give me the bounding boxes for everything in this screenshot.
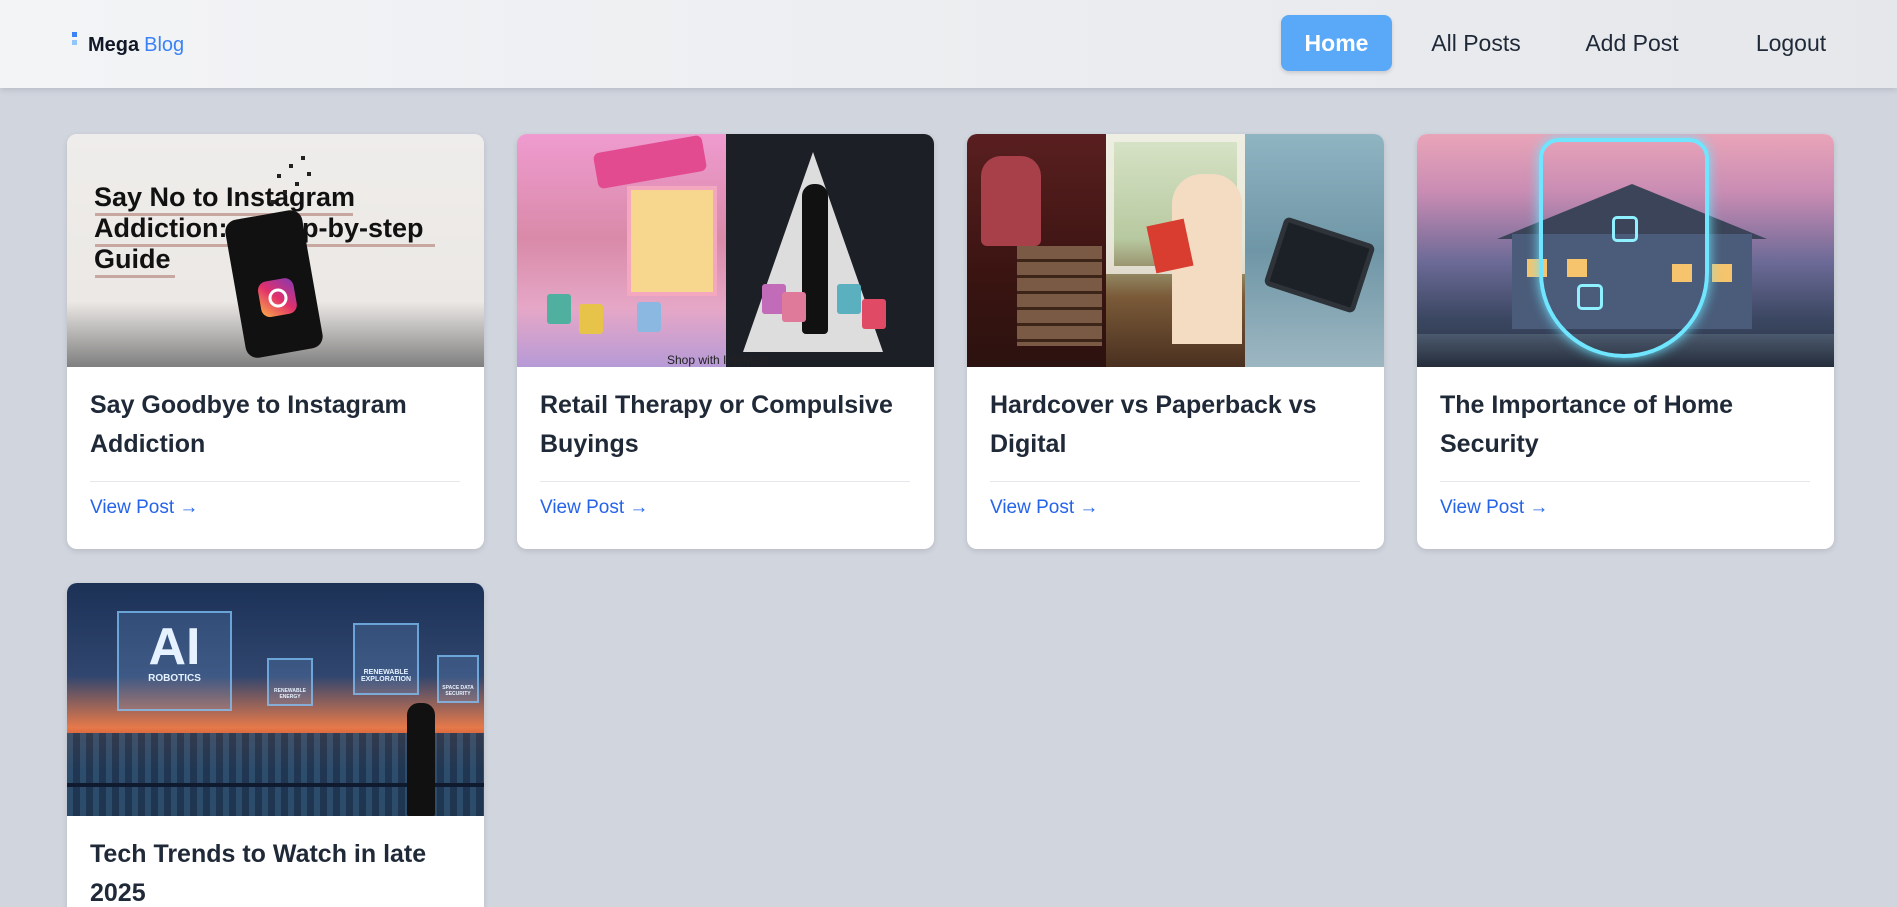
ai-panel: AI ROBOTICS [117,611,232,711]
card-divider [540,481,910,482]
post-card: The Importance of Home Security View Pos… [1417,134,1834,549]
post-thumbnail[interactable] [1417,134,1834,367]
post-title: Retail Therapy or Compulsive Buyings [540,391,893,458]
tech-panel: RENEWABLE ENERGY [267,658,313,706]
shield-lock-icon [1539,138,1709,358]
tech-panel: SPACE DATA SECURITY [437,655,479,703]
card-divider [90,481,460,482]
post-title: The Importance of Home Security [1440,391,1734,458]
view-post-link[interactable]: View Post → [90,497,198,519]
post-card: Shop with Intention Retail Therapy or Co… [517,134,934,549]
post-card: Hardcover vs Paperback vs Digital View P… [967,134,1384,549]
nav-home[interactable]: Home [1281,15,1392,71]
book-stack [1017,246,1102,346]
card-divider [1440,481,1810,482]
post-thumbnail[interactable]: Shop with Intention [517,134,934,367]
thumbnail-caption: Shop with Intention [667,353,770,367]
view-post-link[interactable]: View Post → [540,497,648,519]
nav-logout[interactable]: Logout [1741,15,1841,71]
armchair [981,156,1041,246]
post-thumbnail[interactable] [967,134,1384,367]
view-post-link[interactable]: View Post → [990,497,1098,519]
instagram-icon [256,276,299,319]
nav-add-post[interactable]: Add Post [1572,15,1692,71]
navbar: Mega Blog Home All Posts Add Post Logout [0,0,1897,88]
card-divider [990,481,1360,482]
brand-name-bold: Mega [88,34,140,56]
post-title: Say Goodbye to Instagram Addiction [90,391,407,458]
person-silhouette [407,703,435,816]
logo-icon [72,32,77,47]
brand-logo[interactable]: Mega Blog [72,30,184,60]
post-card: Say No to Instagram Addiction: A Step-by… [67,134,484,549]
tech-panel: RENEWABLE EXPLORATION [353,623,419,695]
brand-name-accent: Blog [144,34,185,56]
view-post-link[interactable]: View Post → [1440,497,1548,519]
post-title: Tech Trends to Watch in late 2025 [90,840,427,907]
brand-name: Mega Blog [88,30,184,60]
post-title: Hardcover vs Paperback vs Digital [990,391,1317,458]
post-thumbnail[interactable]: Say No to Instagram Addiction: A Step-by… [67,134,484,367]
post-card: AI ROBOTICS RENEWABLE ENERGY RENEWABLE E… [67,583,484,907]
post-thumbnail[interactable]: AI ROBOTICS RENEWABLE ENERGY RENEWABLE E… [67,583,484,816]
nav-all-posts[interactable]: All Posts [1418,15,1534,71]
